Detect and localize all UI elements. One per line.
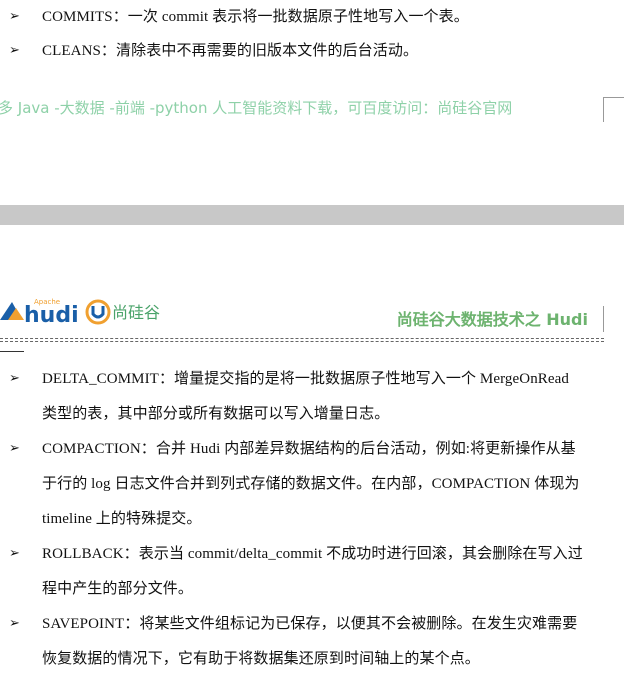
header-divider <box>0 338 604 339</box>
header-divider-secondary <box>0 341 604 342</box>
arrow-bullet-icon: ➢ <box>9 441 20 456</box>
bullet-line-text: DELTA_COMMIT：增量提交指的是将一批数据原子性地写入一个 MergeO… <box>42 371 570 387</box>
page-separator <box>0 205 624 225</box>
page-header: Apache hudi 尚硅谷 尚硅谷大数据技术之 Hudi <box>0 290 624 342</box>
header-short-rule <box>0 351 24 352</box>
bullet-line: ROLLBACK：表示当 commit/delta_commit 不成功时进行回… <box>42 546 583 562</box>
bullet-line: 恢复数据的情况下，它有助于将数据集还原到时间轴上的某个点。 <box>42 651 480 667</box>
document-page-top: ➢ COMMITS：一次 commit 表示将一批数据原子性地写入一个表。 ➢ … <box>0 0 624 205</box>
logo-emblem-ring <box>85 299 111 325</box>
bullet-line: CLEANS：清除表中不再需要的旧版本文件的后台活动。 <box>42 43 419 59</box>
arrow-bullet-icon: ➢ <box>9 616 20 631</box>
bullet-text: CLEANS：清除表中不再需要的旧版本文件的后台活动。 <box>42 34 604 69</box>
promo-footer-text: 多 Java -大数据 -前端 -python 人工智能资料下载，可百度访问：尚… <box>0 99 513 117</box>
bullet-text: DELTA_COMMIT：增量提交指的是将一批数据原子性地写入一个 MergeO… <box>42 362 604 432</box>
bullet-line: 程中产生的部分文件。 <box>42 581 194 597</box>
logo-emblem-u <box>91 306 105 319</box>
bullet-line: timeline 上的特殊提交。 <box>42 511 202 527</box>
bullet-line: SAVEPOINT：将某些文件组标记为已保存，以便其不会被删除。在发生灾难需要 <box>42 616 578 632</box>
bullet-text: COMPACTION：合并 Hudi 内部差异数据结构的后台活动，例如:将更新操… <box>42 432 604 537</box>
hudi-logo-graphic: Apache hudi 尚硅谷 <box>0 298 160 328</box>
bullet-line: COMPACTION：合并 Hudi 内部差异数据结构的后台活动，例如:将更新操… <box>42 441 576 457</box>
page-corner-mark <box>603 97 624 122</box>
hudi-logo: Apache hudi 尚硅谷 <box>0 294 190 328</box>
bullet-line: 类型的表，其中部分或所有数据可以写入增量日志。 <box>42 406 390 422</box>
bullet-text: ROLLBACK：表示当 commit/delta_commit 不成功时进行回… <box>42 537 604 607</box>
bullet-line: 于行的 log 日志文件合并到列式存储的数据文件。在内部，COMPACTION … <box>42 476 580 492</box>
arrow-bullet-icon: ➢ <box>9 43 20 58</box>
header-title: 尚硅谷大数据技术之 Hudi <box>396 310 588 329</box>
bullet-text: SAVEPOINT：将某些文件组标记为已保存，以便其不会被删除。在发生灾难需要 … <box>42 607 604 677</box>
bullet-text: COMMITS：一次 commit 表示将一批数据原子性地写入一个表。 <box>42 0 604 35</box>
logo-hudi-text: hudi <box>24 303 79 328</box>
arrow-bullet-icon: ➢ <box>9 546 20 561</box>
arrow-bullet-icon: ➢ <box>9 371 20 386</box>
bullet-line: DELTA_COMMIT：增量提交指的是将一批数据原子性地写入一个 MergeO… <box>42 362 604 397</box>
logo-brand-text: 尚硅谷 <box>112 303 160 322</box>
arrow-bullet-icon: ➢ <box>9 9 20 24</box>
bullet-line: COMMITS：一次 commit 表示将一批数据原子性地写入一个表。 <box>42 9 469 25</box>
page-corner-mark <box>603 306 624 332</box>
